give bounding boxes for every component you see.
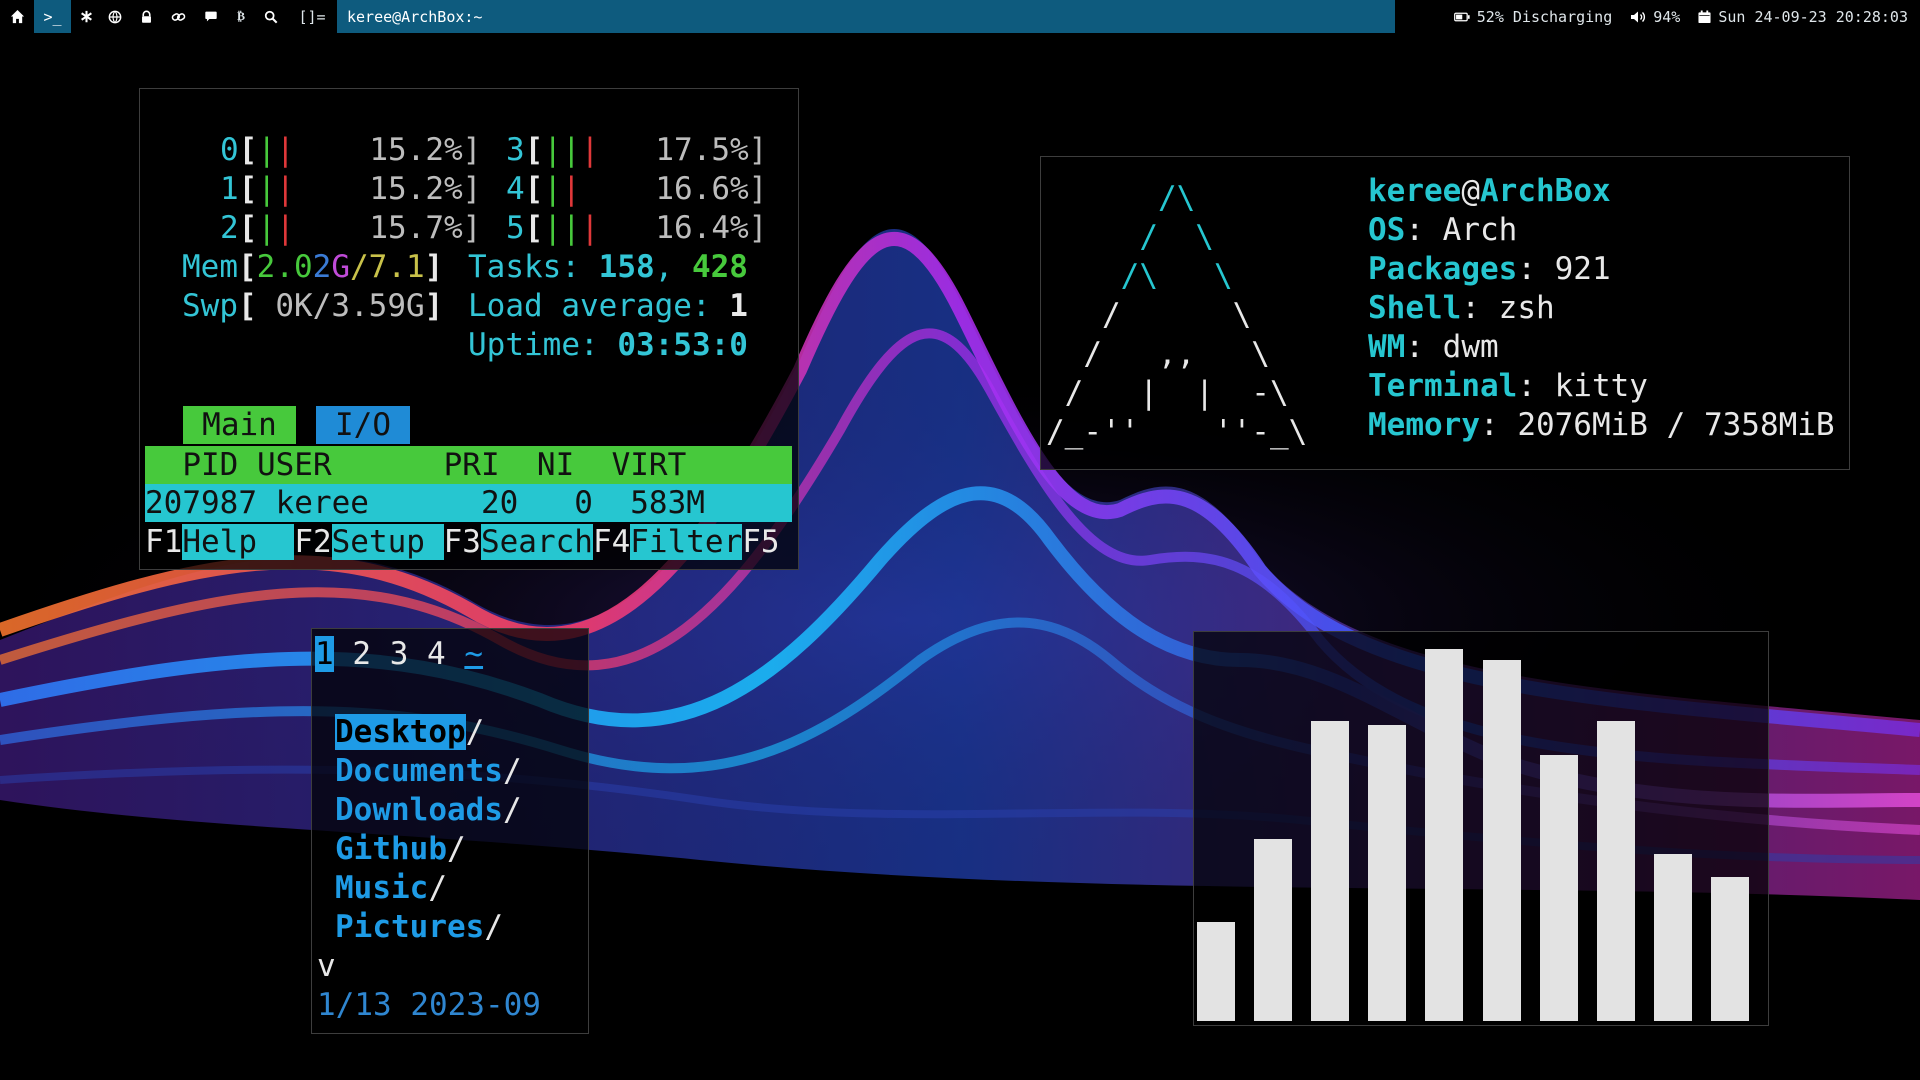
fkey-filter[interactable]: Filter — [630, 524, 743, 560]
mem-meter: Mem[2.02G/7.1] — [182, 249, 444, 285]
logo-line-7: /_-'' ''-_\ — [1046, 414, 1308, 450]
volume-icon — [1631, 11, 1646, 22]
visualizer-bar — [1653, 854, 1692, 1021]
datetime-text: Sun 24-09-23 20:28:03 — [1718, 7, 1908, 26]
cpu-3-meter: 3[||| 17.5%] — [506, 132, 768, 168]
cpu-0-meter: 0[|| 15.2%] — [220, 132, 482, 168]
process-row-selected[interactable]: 207987 keree 20 0 583M — [145, 484, 792, 522]
logo-line-5: / ,, \ — [1046, 336, 1270, 372]
visualizer-bar — [1311, 721, 1350, 1021]
load-line: Load average: 1 — [468, 288, 748, 324]
volume-text: 94% — [1653, 7, 1681, 26]
wm-info: WM: dwm — [1368, 329, 1499, 365]
fkey-f1[interactable]: F1 — [145, 524, 182, 560]
chat-icon[interactable] — [198, 0, 224, 33]
packages-info: Packages: 921 — [1368, 251, 1611, 287]
user-host: keree@ArchBox — [1368, 173, 1611, 209]
visualizer-bar — [1368, 725, 1407, 1021]
audio-visualizer-window[interactable] — [1193, 631, 1769, 1026]
search-icon[interactable] — [258, 0, 284, 33]
tab-4[interactable]: 4 — [427, 636, 446, 672]
fkey-f3[interactable]: F3 — [444, 524, 481, 560]
visualizer-bar — [1596, 721, 1635, 1021]
bitcoin-icon[interactable]: ₿ — [230, 0, 252, 33]
tab-3[interactable]: 3 — [390, 636, 409, 672]
battery-status[interactable]: 52% Discharging — [1453, 7, 1613, 26]
logo-line-1: /\ — [1046, 180, 1196, 216]
fkey-setup[interactable]: Setup — [331, 524, 444, 560]
fkey-help[interactable]: Help — [182, 524, 295, 560]
uptime-line: Uptime: 03:53:0 — [468, 327, 748, 363]
clock-status[interactable]: Sun 24-09-23 20:28:03 — [1698, 8, 1908, 26]
logo-line-4: / \ — [1046, 297, 1252, 333]
calendar-icon — [1698, 10, 1711, 23]
shell-info: Shell: zsh — [1368, 290, 1555, 326]
logo-line-2: / \ — [1046, 219, 1214, 255]
visualizer-bar — [1710, 877, 1749, 1021]
tab-bar: 1 2 3 4 ~ — [315, 635, 483, 674]
visualizer-bar — [1197, 922, 1235, 1021]
list-item[interactable]: Pictures/ — [335, 908, 503, 947]
list-item[interactable]: Documents/ — [335, 752, 522, 791]
tasks-line: Tasks: 158, 428 — [468, 249, 748, 285]
cpu-5-meter: 5[||| 16.4%] — [506, 210, 768, 246]
htop-window[interactable]: 0[|| 15.2%] 1[|| 15.2%] 2[|| 15.7%] 3[||… — [139, 88, 799, 570]
link-icon[interactable] — [165, 0, 191, 33]
list-item[interactable]: Downloads/ — [335, 791, 522, 830]
list-item[interactable]: Github/ — [335, 830, 466, 869]
list-item[interactable]: Music/ — [335, 869, 447, 908]
status-line: 1/13 2023-09 — [317, 987, 541, 1023]
process-table-header[interactable]: PID USER PRI NI VIRT — [145, 446, 792, 484]
globe-icon[interactable] — [102, 0, 128, 33]
volume-status[interactable]: 94% — [1630, 8, 1680, 26]
layout-indicator[interactable]: []= — [294, 0, 330, 33]
tab-main[interactable]: Main — [183, 406, 296, 444]
tab-home[interactable]: ~ — [464, 636, 483, 672]
terminal-info: Terminal: kitty — [1368, 368, 1648, 404]
function-key-bar: F1Help F2Setup F3SearchF4FilterF5 — [145, 523, 780, 562]
visualizer-bar — [1482, 660, 1521, 1021]
cpu-2-meter: 2[|| 15.7%] — [220, 210, 482, 246]
battery-text: 52% Discharging — [1476, 7, 1613, 26]
lock-icon[interactable] — [133, 0, 159, 33]
more-indicator: v — [317, 948, 336, 984]
status-area: 52% Discharging 94% Sun 24-09-23 20:28:0… — [1453, 0, 1908, 33]
top-bar: >_ ₿ []= keree@ArchBox:~ 52% Discharging… — [0, 0, 1920, 33]
fkey-f4[interactable]: F4 — [593, 524, 630, 560]
visualizer-bar — [1425, 649, 1464, 1021]
window-title: keree@ArchBox:~ — [337, 0, 1395, 33]
asterisk-icon[interactable] — [74, 0, 98, 33]
tag-terminal[interactable]: >_ — [34, 0, 71, 33]
terminal-icon: >_ — [43, 7, 62, 26]
cpu-1-meter: 1[|| 15.2%] — [220, 171, 482, 207]
fastfetch-window[interactable]: /\ / \ /\ \ / \ / ,, \ / | | -\ /_-'' ''… — [1040, 156, 1850, 470]
tab-io[interactable]: I/O — [316, 406, 410, 444]
fkey-f5[interactable]: F5 — [742, 524, 779, 560]
list-item[interactable]: Desktop/ — [335, 713, 484, 752]
cpu-4-meter: 4[|| 16.6%] — [506, 171, 768, 207]
tab-1[interactable]: 1 — [315, 636, 334, 672]
os-info: OS: Arch — [1368, 212, 1518, 248]
logo-line-3: /\ \ — [1046, 258, 1233, 294]
logo-line-6: / | | -\ — [1046, 375, 1289, 411]
file-manager-window[interactable]: 1 2 3 4 ~ Desktop/ Documents/ Downloads/… — [311, 628, 589, 1034]
tab-2[interactable]: 2 — [352, 636, 371, 672]
visualizer-bar — [1254, 839, 1293, 1021]
home-icon[interactable] — [4, 0, 30, 33]
fkey-f2[interactable]: F2 — [294, 524, 331, 560]
visualizer-bar — [1539, 755, 1578, 1021]
memory-info: Memory: 2076MiB / 7358MiB — [1368, 407, 1835, 443]
fkey-search[interactable]: Search — [480, 524, 593, 560]
swap-meter: Swp[ 0K/3.59G] — [182, 288, 444, 324]
battery-icon — [1453, 12, 1470, 21]
